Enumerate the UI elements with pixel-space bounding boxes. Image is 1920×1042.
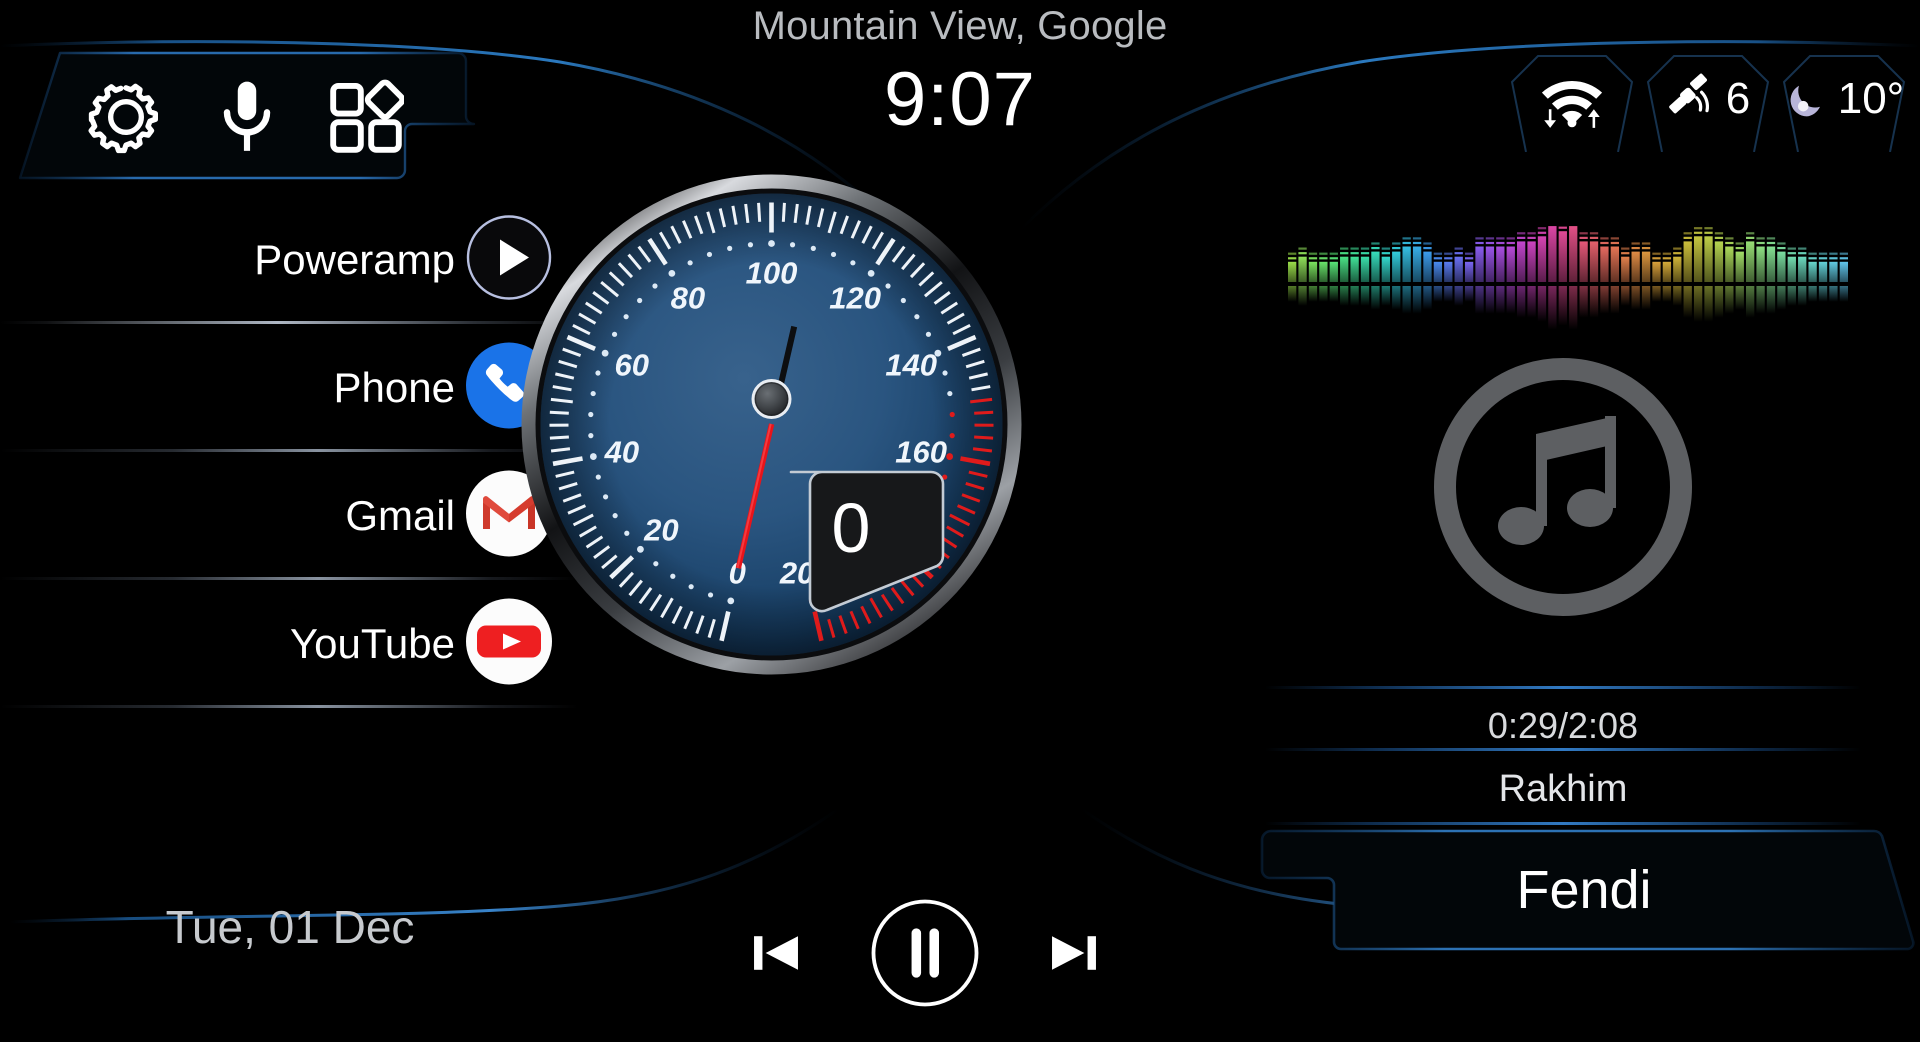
- apps-grid-icon[interactable]: [328, 79, 404, 155]
- date-label: Tue, 01 Dec: [165, 901, 415, 953]
- track-title-panel[interactable]: Fendi: [1248, 828, 1920, 958]
- microphone-icon[interactable]: [214, 77, 280, 157]
- app-label: YouTube: [289, 620, 455, 667]
- svg-text:100: 100: [746, 256, 798, 291]
- app-label: Phone: [333, 364, 455, 411]
- track-title-label: Fendi: [1516, 860, 1652, 920]
- media-transport-controls: [700, 888, 1150, 1018]
- car-head-unit-screen: Mountain View, Google 9:07 6 10° Poweram…: [0, 0, 1920, 1042]
- skip-next-icon[interactable]: [1043, 922, 1105, 984]
- svg-text:140: 140: [885, 348, 937, 383]
- svg-text:60: 60: [615, 348, 649, 383]
- pause-icon[interactable]: [869, 897, 981, 1009]
- track-artist-label: Rakhim: [1498, 768, 1628, 810]
- app-label: Poweramp: [254, 236, 455, 283]
- audio-spectrum-visualizer: [1288, 222, 1848, 330]
- status-cell-outline: [1782, 55, 1906, 152]
- svg-text:160: 160: [895, 434, 947, 469]
- status-bar: 6 10°: [1508, 46, 1908, 152]
- skip-previous-icon[interactable]: [745, 922, 807, 984]
- svg-text:40: 40: [604, 434, 639, 469]
- app-row-gmail[interactable]: Gmail: [0, 452, 580, 580]
- speedometer: 020406080100120140160180200 0: [519, 172, 1024, 677]
- quick-actions-panel: [8, 50, 498, 183]
- music-note-icon: [1498, 416, 1616, 545]
- status-cell-outline: [1510, 55, 1634, 152]
- svg-text:0: 0: [832, 489, 871, 567]
- svg-text:80: 80: [671, 281, 705, 316]
- gear-icon[interactable]: [86, 77, 166, 157]
- app-shortcut-list: Poweramp Phone Gmail YouTube: [0, 196, 580, 708]
- app-row-youtube[interactable]: YouTube: [0, 580, 580, 708]
- app-label: Gmail: [345, 492, 455, 539]
- app-row-phone[interactable]: Phone: [0, 324, 580, 452]
- svg-text:120: 120: [829, 281, 881, 316]
- svg-text:20: 20: [643, 512, 678, 547]
- media-divider-top: [1265, 686, 1861, 689]
- status-weather[interactable]: 10°: [1780, 46, 1908, 152]
- app-row-poweramp[interactable]: Poweramp: [0, 196, 580, 324]
- status-cell-outline: [1646, 55, 1770, 152]
- status-gps[interactable]: 6: [1644, 46, 1772, 152]
- location-label: Mountain View, Google: [752, 4, 1168, 48]
- album-art[interactable]: [1428, 352, 1698, 622]
- media-divider-middle: [1265, 748, 1861, 751]
- media-divider-bottom: [1265, 822, 1861, 825]
- track-time-label: 0:29/2:08: [1487, 705, 1639, 746]
- status-wifi[interactable]: [1508, 46, 1636, 152]
